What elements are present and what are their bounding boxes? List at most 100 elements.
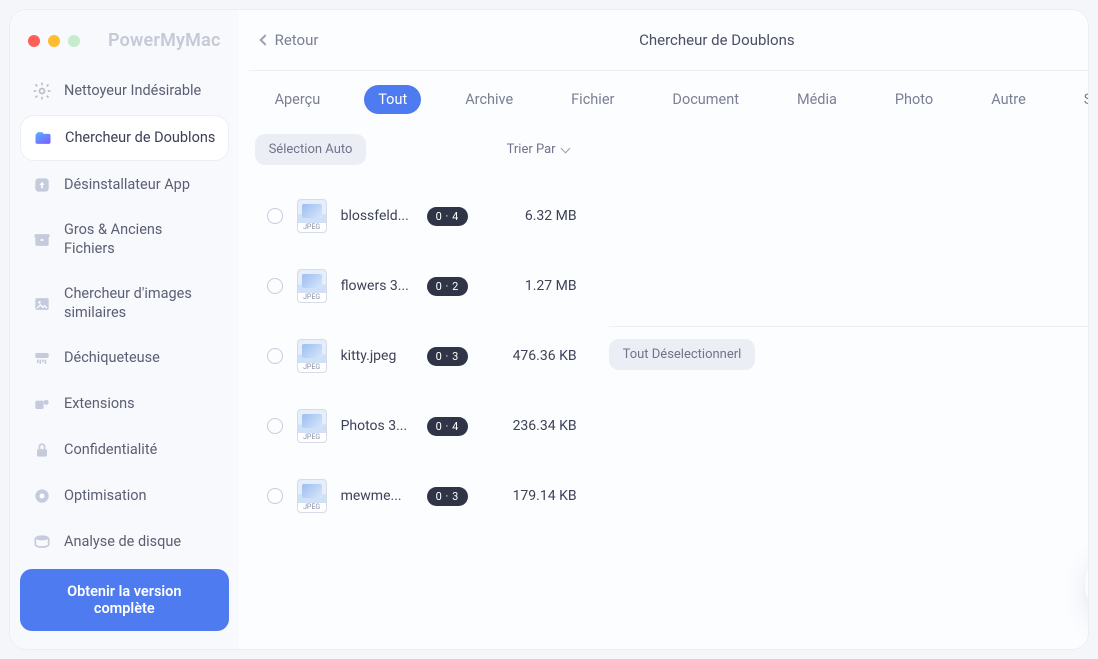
duplicates-list-pane: Sélection Auto Trier Par JPEG blossfeld.… [249, 128, 589, 649]
extensions-icon [32, 394, 52, 414]
sidebar-item-optimization[interactable]: Optimisation [20, 474, 229, 518]
sidebar-item-label: Chercheur d'images similaires [64, 285, 217, 323]
sidebar-item-label: Confidentialité [64, 441, 157, 460]
archive-box-icon [32, 230, 52, 250]
row-checkbox[interactable] [267, 278, 283, 294]
file-size: 236.34 KB [495, 418, 577, 434]
list-controls: Sélection Auto Trier Par [249, 128, 589, 181]
sidebar: PowerMyMac Nettoyeur Indésirable Cherche… [10, 10, 239, 649]
sidebar-item-junk-cleaner[interactable]: Nettoyeur Indésirable [20, 69, 229, 113]
format-label: JPEG [303, 362, 320, 372]
file-list[interactable]: JPEG blossfeld... 0 · 4 6.32 MB JPEG flo… [249, 181, 589, 649]
sidebar-item-label: Extensions [64, 395, 135, 414]
auto-select-button[interactable]: Sélection Auto [255, 134, 367, 165]
sidebar-item-app-uninstaller[interactable]: Désinstallateur App [20, 163, 229, 207]
get-full-version-button[interactable]: Obtenir la version complète [20, 569, 229, 631]
page-title: Chercheur de Doublons [639, 31, 795, 49]
file-thumbnail: JPEG [297, 199, 327, 233]
image-icon [32, 294, 52, 314]
shredder-icon [32, 348, 52, 368]
count-badge: 0 · 4 [427, 207, 468, 226]
format-label: JPEG [303, 222, 320, 232]
content-area: Sélection Auto Trier Par JPEG blossfeld.… [239, 128, 1088, 649]
file-size: 179.14 KB [495, 488, 577, 504]
sidebar-item-similar-images[interactable]: Chercheur d'images similaires [20, 273, 229, 335]
format-label: JPEG [303, 502, 320, 512]
deselect-all-button[interactable]: Tout Déselectionnerl [609, 339, 756, 370]
tab-overview[interactable]: Aperçu [261, 85, 335, 114]
sidebar-item-label: Optimisation [64, 487, 147, 506]
file-name: blossfeld... [341, 208, 413, 224]
file-thumbnail: JPEG [297, 409, 327, 443]
sidebar-item-disk-analyzer[interactable]: Analyse de disque [20, 520, 229, 564]
row-checkbox[interactable] [267, 348, 283, 364]
sidebar-item-large-old-files[interactable]: Gros & Anciens Fichiers [20, 209, 229, 271]
sidebar-item-extensions[interactable]: Extensions [20, 382, 229, 426]
disk-icon [32, 532, 52, 552]
list-item[interactable]: JPEG kitty.jpeg 0 · 3 476.36 KB [249, 321, 589, 391]
app-title: PowerMyMac [108, 30, 221, 51]
app-window: PowerMyMac Nettoyeur Indésirable Cherche… [10, 10, 1088, 649]
topbar: Retour Chercheur de Doublons ? [239, 10, 1088, 70]
count-badge: 0 · 3 [427, 487, 468, 506]
sidebar-item-label: Chercheur de Doublons [65, 129, 215, 148]
tab-file[interactable]: Fichier [557, 85, 628, 114]
file-name: Photos 3... [341, 418, 413, 434]
category-tabs: Aperçu Tout Archive Fichier Document Méd… [239, 71, 1088, 128]
format-label: JPEG [303, 432, 320, 442]
sidebar-item-label: Déchiqueteuse [64, 349, 160, 368]
sidebar-item-duplicate-finder[interactable]: Chercheur de Doublons [20, 115, 229, 161]
back-label: Retour [275, 31, 319, 49]
file-name: flowers 3... [341, 278, 413, 294]
preview-area [609, 128, 1088, 326]
file-size: 476.36 KB [495, 348, 577, 364]
file-thumbnail: JPEG [297, 479, 327, 513]
row-checkbox[interactable] [267, 488, 283, 504]
detail-list [609, 382, 1088, 649]
tab-photo[interactable]: Photo [881, 85, 947, 114]
folder-icon [33, 128, 53, 148]
sidebar-nav: Nettoyeur Indésirable Chercheur de Doubl… [20, 69, 229, 564]
sidebar-item-label: Gros & Anciens Fichiers [64, 221, 217, 259]
tab-other[interactable]: Autre [977, 85, 1040, 114]
sidebar-item-shredder[interactable]: Déchiqueteuse [20, 336, 229, 380]
list-item[interactable]: JPEG Photos 3... 0 · 4 236.34 KB [249, 391, 589, 461]
list-item[interactable]: JPEG blossfeld... 0 · 4 6.32 MB [249, 181, 589, 251]
chevron-down-icon [560, 144, 570, 154]
window-controls: PowerMyMac [20, 24, 229, 69]
gear-icon [32, 81, 52, 101]
file-size: 6.32 MB [495, 208, 577, 224]
sidebar-item-label: Analyse de disque [64, 533, 181, 552]
chevron-left-icon [259, 34, 270, 45]
tab-document[interactable]: Document [658, 85, 753, 114]
sidebar-item-label: Désinstallateur App [64, 176, 190, 195]
list-item[interactable]: JPEG flowers 3... 0 · 2 1.27 MB [249, 251, 589, 321]
list-item[interactable]: JPEG mewme... 0 · 3 179.14 KB [249, 461, 589, 531]
file-size: 1.27 MB [495, 278, 577, 294]
row-checkbox[interactable] [267, 418, 283, 434]
count-badge: 0 · 4 [427, 417, 468, 436]
close-dot[interactable] [28, 35, 40, 47]
sort-by-dropdown[interactable]: Trier Par [507, 142, 579, 157]
row-checkbox[interactable] [267, 208, 283, 224]
tab-archive[interactable]: Archive [451, 85, 527, 114]
app-icon [32, 175, 52, 195]
tab-selected[interactable]: Sélectionné [1070, 85, 1088, 114]
tab-all[interactable]: Tout [364, 85, 421, 114]
count-badge: 0 · 3 [427, 347, 468, 366]
optimize-icon [32, 486, 52, 506]
sidebar-item-label: Nettoyeur Indésirable [64, 82, 201, 101]
lock-icon [32, 440, 52, 460]
file-name: kitty.jpeg [341, 348, 413, 364]
details-pane: Tout Déselectionnerl Trier Par [589, 128, 1088, 649]
file-thumbnail: JPEG [297, 339, 327, 373]
file-thumbnail: JPEG [297, 269, 327, 303]
format-label: JPEG [303, 292, 320, 302]
file-name: mewme... [341, 488, 413, 504]
back-button[interactable]: Retour [261, 31, 319, 49]
tab-media[interactable]: Média [783, 85, 851, 114]
minimize-dot[interactable] [48, 35, 60, 47]
maximize-dot[interactable] [68, 35, 80, 47]
main-panel: Retour Chercheur de Doublons ? Aperçu To… [239, 10, 1088, 649]
sidebar-item-privacy[interactable]: Confidentialité [20, 428, 229, 472]
